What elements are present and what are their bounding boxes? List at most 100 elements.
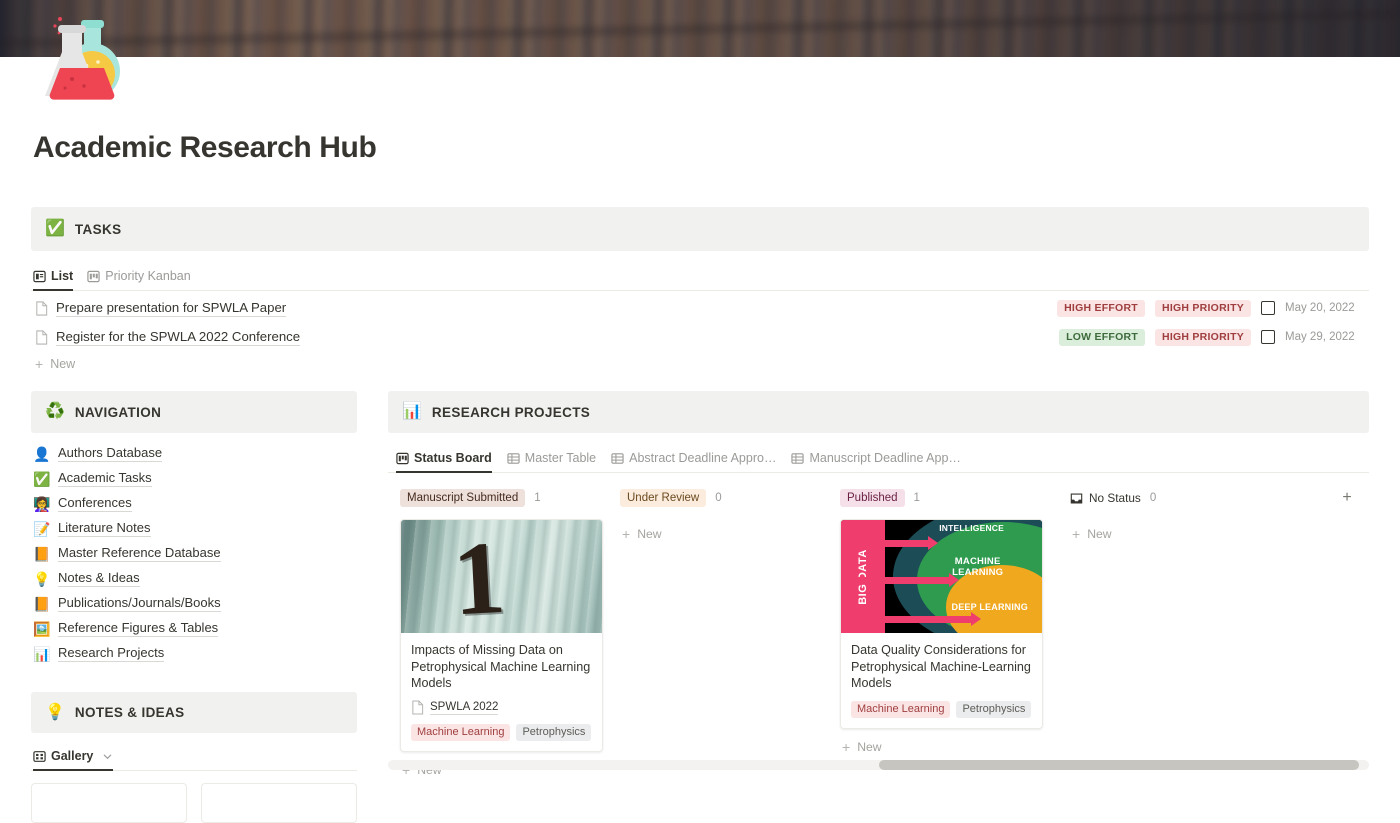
board-view-icon (396, 452, 409, 464)
tab-gallery-label: Gallery (51, 749, 94, 763)
page-title[interactable]: Academic Research Hub (33, 131, 377, 165)
check-mark-icon: ✅ (33, 470, 51, 487)
column-status-badge[interactable]: Manuscript Submitted (400, 489, 526, 507)
column-count: 0 (1149, 492, 1157, 504)
tab-abstract-deadline-label: Abstract Deadline Appro… (629, 451, 777, 465)
column-status-badge[interactable]: Under Review (620, 489, 707, 507)
sidebar-item-publications-journals-books[interactable]: 📙 Publications/Journals/Books (31, 591, 357, 616)
card-relation-label: SPWLA 2022 (430, 700, 499, 715)
plus-icon: + (35, 356, 44, 372)
task-row[interactable]: Prepare presentation for SPWLA Paper HIG… (31, 296, 1369, 320)
add-board-group-button[interactable]: + (1336, 487, 1358, 509)
card-cover-image: BIG DATA INTELLIGENCE MACHINE LEARNING D… (841, 520, 1042, 633)
column-status-badge[interactable]: Published (840, 489, 905, 507)
column-new-label: New (1087, 527, 1112, 541)
column-new-card-button[interactable]: + New (840, 740, 1058, 754)
projects-section-header: 📊 RESEARCH PROJECTS (388, 391, 1369, 433)
task-due-date[interactable]: May 20, 2022 (1285, 302, 1369, 314)
teacher-icon: 👩‍🏫 (33, 495, 51, 512)
gallery-card[interactable] (31, 783, 187, 823)
task-effort-badge[interactable]: HIGH EFFORT (1057, 299, 1145, 317)
column-new-card-button[interactable]: + New (620, 527, 828, 541)
task-title[interactable]: Register for the SPWLA 2022 Conference (56, 329, 301, 346)
page-icon (36, 300, 48, 316)
table-view-icon (791, 452, 805, 464)
card-tag[interactable]: Machine Learning (851, 700, 951, 718)
card-title: Data Quality Considerations for Petrophy… (851, 643, 1031, 690)
tab-abstract-deadline[interactable]: Abstract Deadline Appro… (611, 451, 776, 472)
task-priority-badge[interactable]: HIGH PRIORITY (1154, 299, 1251, 317)
tab-list[interactable]: List (33, 269, 74, 291)
task-done-checkbox[interactable] (1261, 330, 1275, 344)
column-status-badge[interactable]: No Status (1070, 491, 1141, 505)
card-tags: Machine Learning Petrophysics (851, 700, 1032, 718)
task-effort-badge[interactable]: LOW EFFORT (1059, 328, 1145, 346)
memo-icon: 📝 (33, 520, 51, 537)
projects-view-tabs: Status Board Master Table Abstract Deadl… (388, 443, 1369, 473)
tab-priority-kanban-label: Priority Kanban (105, 269, 191, 283)
notes-view-tabs: Gallery (31, 743, 357, 771)
column-new-label: New (857, 739, 882, 754)
tab-master-table[interactable]: Master Table (507, 451, 596, 472)
tasks-section-header: ✅ TASKS (31, 207, 1369, 251)
card-tag[interactable]: Petrophysics (516, 723, 592, 741)
sidebar-item-reference-figures-tables[interactable]: 🖼️ Reference Figures & Tables (31, 616, 357, 641)
card-title: Impacts of Missing Data on Petrophysical… (411, 643, 591, 690)
gallery-card[interactable] (201, 783, 357, 823)
task-due-date[interactable]: May 29, 2022 (1285, 331, 1369, 343)
plus-icon: + (842, 738, 851, 755)
sidebar-item-research-projects[interactable]: 📊 Research Projects (31, 641, 357, 666)
sidebar-item-academic-tasks[interactable]: ✅ Academic Tasks (31, 466, 357, 491)
sidebar-item-authors-database[interactable]: 👤 Authors Database (31, 441, 357, 466)
inbox-tray-icon (1070, 492, 1083, 504)
board-column-published: Published 1 BIG DATA (828, 487, 1058, 777)
sidebar-item-literature-notes[interactable]: 📝 Literature Notes (31, 516, 357, 541)
tasks-new-label: New (50, 357, 76, 371)
board-horizontal-scrollbar[interactable] (388, 760, 1369, 770)
card-tag[interactable]: Machine Learning (411, 723, 511, 741)
navigation-section-header: ♻️ NAVIGATION (31, 391, 357, 433)
tab-status-board-label: Status Board (414, 451, 492, 465)
tab-list-label: List (51, 269, 74, 283)
navigation-list: 👤 Authors Database ✅ Academic Tasks 👩‍🏫 … (31, 441, 357, 666)
task-done-checkbox[interactable] (1261, 301, 1275, 315)
column-header: Manuscript Submitted 1 (400, 487, 608, 509)
ai-ml-dl-diagram-art: BIG DATA INTELLIGENCE MACHINE LEARNING D… (841, 520, 1042, 633)
tab-gallery[interactable]: Gallery (33, 749, 114, 771)
page-icon (36, 329, 48, 345)
lightbulb-icon: 💡 (45, 703, 65, 721)
arrow-icon (857, 612, 981, 626)
task-row[interactable]: Register for the SPWLA 2022 Conference L… (31, 325, 1369, 349)
card-cover-image: 1 (401, 520, 602, 633)
board-column-manuscript-submitted: Manuscript Submitted 1 1 Impacts of Miss… (388, 487, 608, 777)
task-priority-badge[interactable]: HIGH PRIORITY (1154, 328, 1251, 346)
sidebar-item-conferences[interactable]: 👩‍🏫 Conferences (31, 491, 357, 516)
person-icon: 👤 (33, 445, 51, 462)
status-board: Manuscript Submitted 1 1 Impacts of Miss… (388, 487, 1369, 787)
chevron-down-icon[interactable] (102, 751, 113, 762)
navigation-section-title: NAVIGATION (74, 404, 162, 420)
tab-manuscript-deadline[interactable]: Manuscript Deadline App… (791, 451, 961, 472)
bar-chart-icon: 📊 (33, 645, 51, 662)
deep-learning-label: DEEP LEARNING (951, 602, 1028, 612)
sidebar-item-master-reference-database[interactable]: 📙 Master Reference Database (31, 541, 357, 566)
board-card[interactable]: BIG DATA INTELLIGENCE MACHINE LEARNING D… (840, 519, 1043, 729)
tasks-section: ✅ TASKS List Priority Kanban Prepare pre… (31, 207, 1369, 371)
tasks-new-row-button[interactable]: + New (31, 357, 1369, 371)
card-relation[interactable]: SPWLA 2022 (411, 699, 592, 715)
board-view-icon (87, 270, 100, 282)
page-icon-lab-flasks[interactable] (34, 16, 130, 106)
projects-section-title: RESEARCH PROJECTS (431, 404, 591, 420)
scrollbar-thumb[interactable] (878, 760, 1360, 770)
column-new-card-button[interactable]: + New (1070, 527, 1278, 541)
task-title[interactable]: Prepare presentation for SPWLA Paper (56, 300, 287, 317)
sidebar-item-label: Master Reference Database (58, 545, 221, 562)
arrow-icon (857, 536, 939, 550)
tab-status-board[interactable]: Status Board (396, 451, 492, 473)
tab-priority-kanban[interactable]: Priority Kanban (87, 269, 191, 290)
board-card[interactable]: 1 Impacts of Missing Data on Petrophysic… (400, 519, 603, 752)
list-view-icon (33, 270, 46, 282)
sidebar-item-notes-and-ideas[interactable]: 💡 Notes & Ideas (31, 566, 357, 591)
sidebar-item-label: Authors Database (58, 445, 163, 462)
card-tag[interactable]: Petrophysics (956, 700, 1032, 718)
